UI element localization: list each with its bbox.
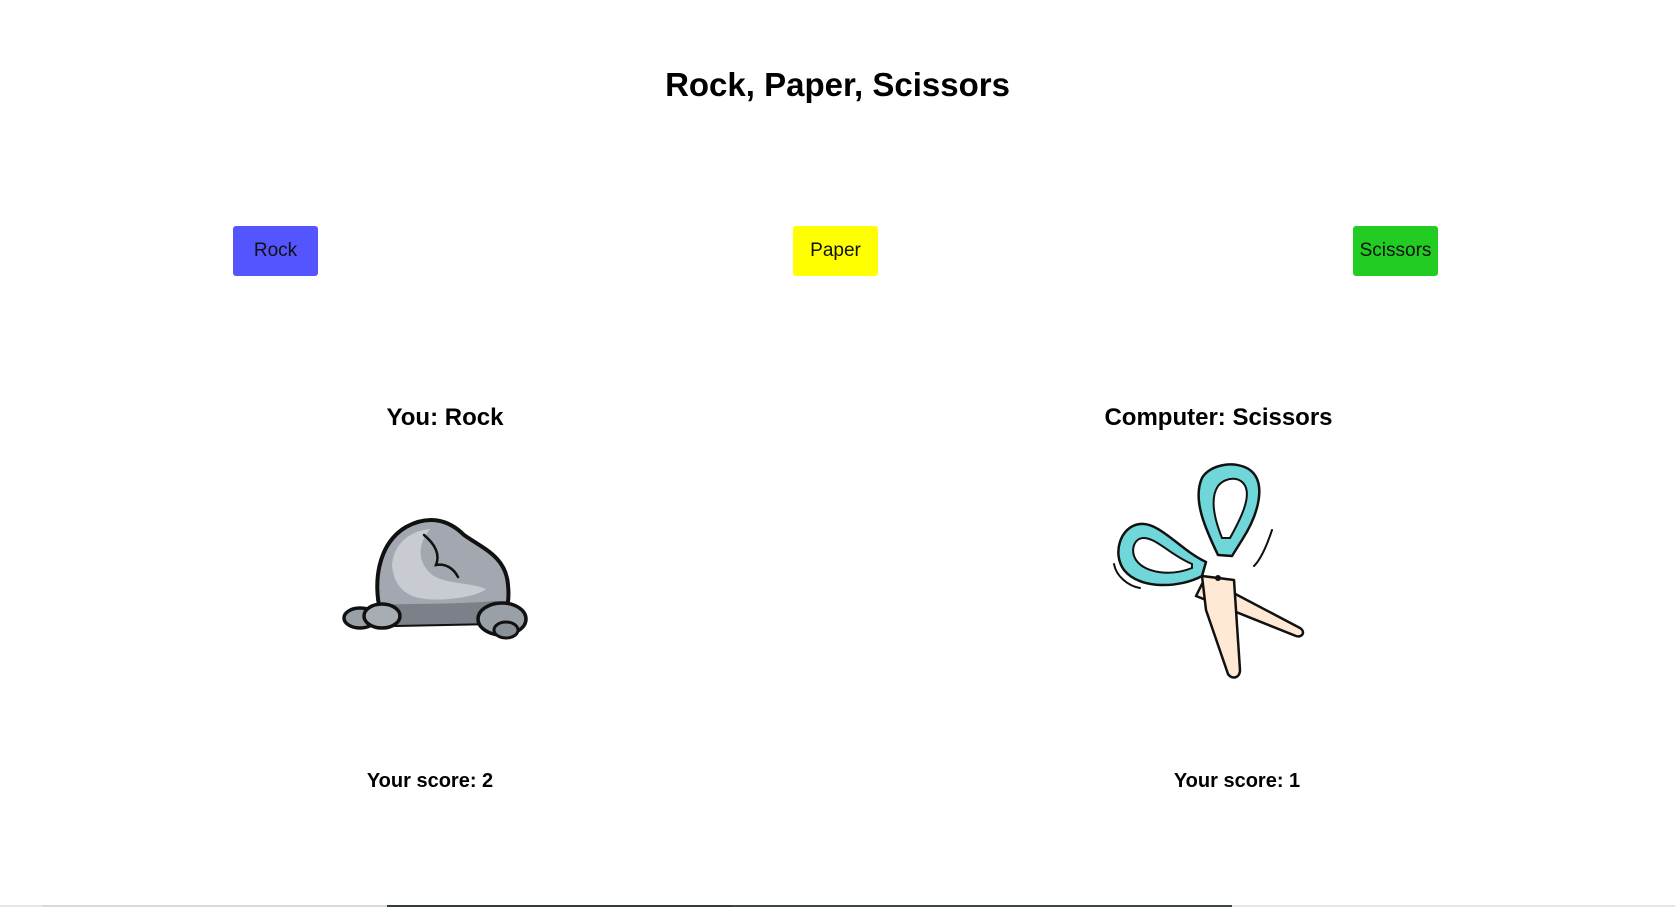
player-score: Your score: 2 [366,770,494,792]
computer-choice-heading: Computer: Scissors [1104,404,1333,431]
rock-button[interactable]: Rock [233,226,318,276]
paper-button[interactable]: Paper [793,226,878,276]
computer-score: Your score: 1 [1173,770,1301,792]
scissors-button[interactable]: Scissors [1353,226,1438,276]
player-choice-heading: You: Rock [386,404,504,431]
rock-icon [342,518,528,640]
scissors-icon [1113,463,1305,679]
game-title: Rock, Paper, Scissors [665,66,1010,103]
